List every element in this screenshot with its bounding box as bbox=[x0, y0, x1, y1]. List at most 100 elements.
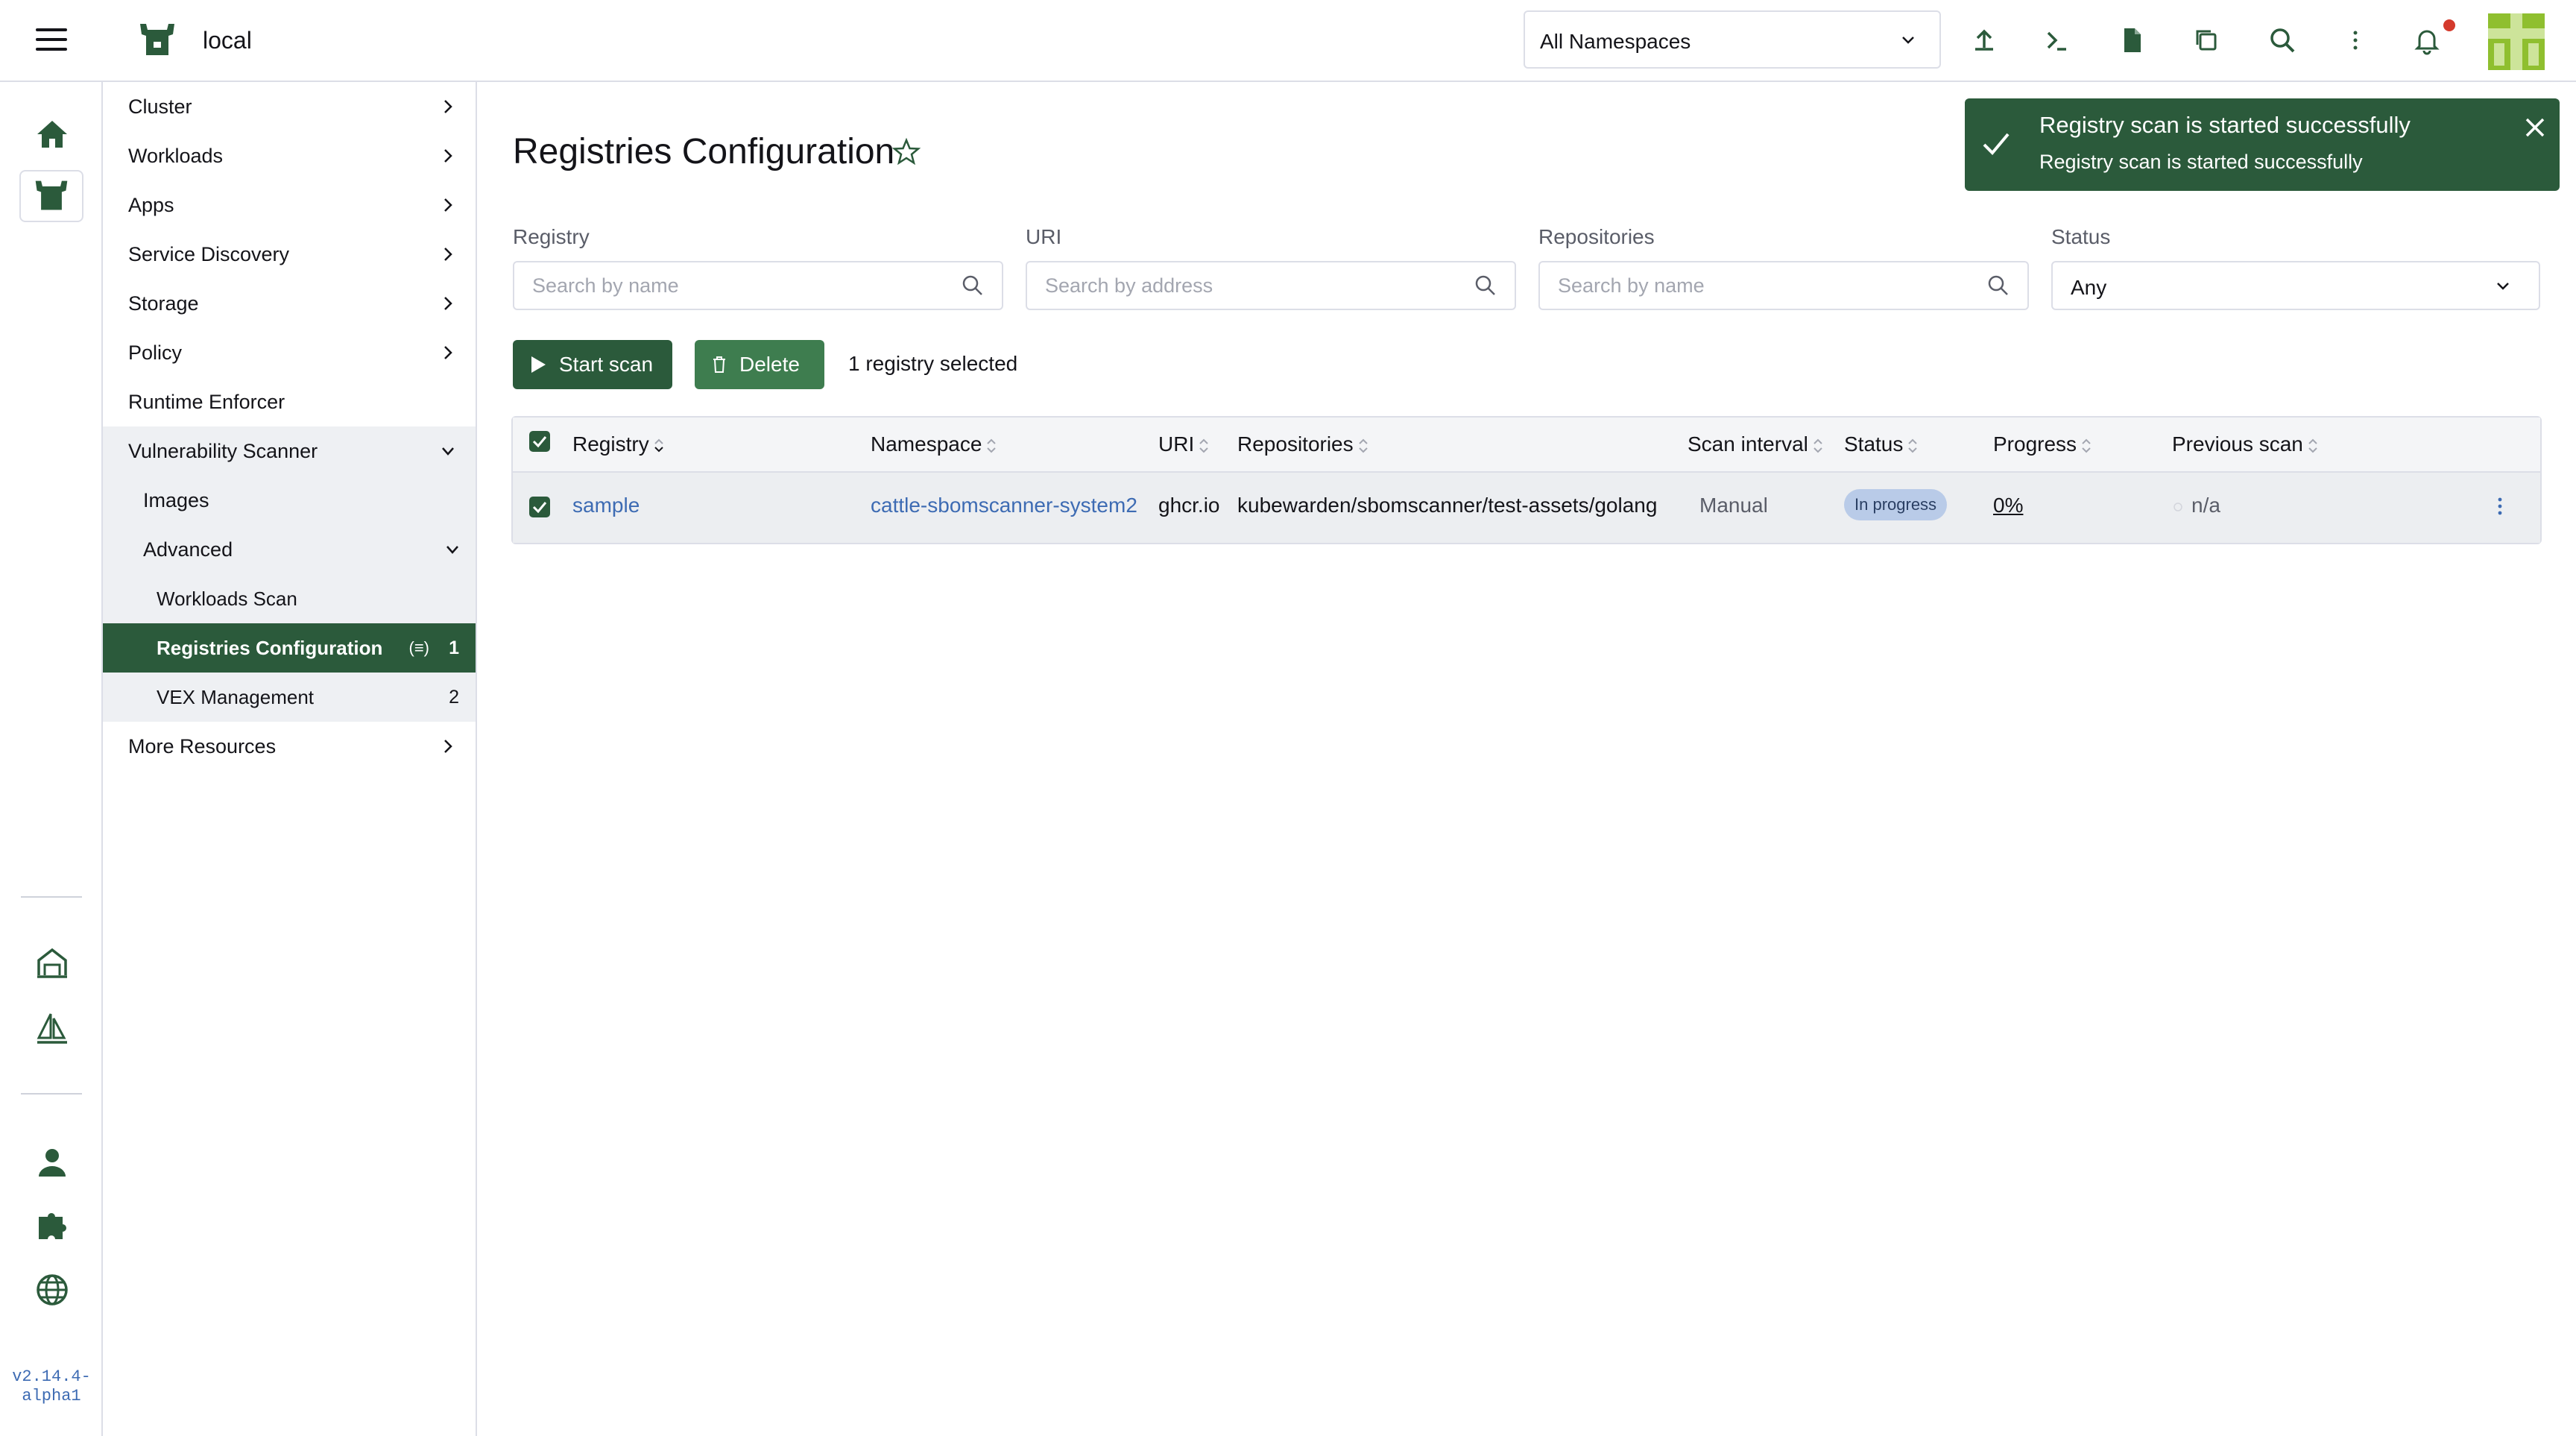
nav-item-label: Service Discovery bbox=[128, 243, 290, 265]
sort-icon bbox=[987, 438, 997, 453]
nav-item-label: Policy bbox=[128, 341, 183, 364]
menu-icon[interactable] bbox=[36, 28, 67, 51]
cluster-logo-icon[interactable] bbox=[137, 22, 177, 58]
repositories-filter-label: Repositories bbox=[1538, 225, 1655, 248]
user-icon[interactable] bbox=[33, 1144, 72, 1183]
scan-interval-cell: Manual bbox=[1699, 494, 1768, 517]
nav-item-more-resources[interactable]: More Resources bbox=[103, 722, 476, 771]
close-icon[interactable] bbox=[2522, 115, 2548, 140]
status-select[interactable]: Any bbox=[2051, 261, 2540, 310]
checkmark-icon bbox=[1983, 133, 2010, 155]
namespace-select[interactable]: All Namespaces bbox=[1524, 10, 1941, 69]
sailboat-icon[interactable] bbox=[33, 1010, 72, 1048]
extensions-puzzle-icon[interactable] bbox=[33, 1206, 72, 1245]
sort-icon bbox=[2082, 438, 2091, 453]
toast-title: Registry scan is started successfully bbox=[2039, 112, 2411, 138]
home-icon[interactable] bbox=[33, 115, 72, 154]
nav-item-workloads[interactable]: Workloads bbox=[103, 131, 476, 180]
sort-icon bbox=[2308, 438, 2317, 453]
nav-item-apps[interactable]: Apps bbox=[103, 180, 476, 230]
page-title: Registries Configuration bbox=[513, 132, 895, 171]
status-circle-icon bbox=[2174, 503, 2182, 511]
cluster-icon bbox=[35, 180, 68, 210]
globe-icon[interactable] bbox=[33, 1270, 72, 1309]
chevron-down-icon bbox=[2497, 283, 2509, 290]
favorite-star-icon[interactable] bbox=[891, 137, 921, 167]
registry-filter-label: Registry bbox=[513, 225, 590, 248]
nav-item-label: Workloads Scan bbox=[157, 588, 297, 610]
row-checkbox[interactable] bbox=[529, 497, 550, 517]
search-icon bbox=[962, 275, 982, 295]
nav-item-registries-configuration[interactable]: Registries Configuration (≡) 1 bbox=[103, 623, 476, 673]
column-header-repositories[interactable]: Repositories bbox=[1237, 432, 1368, 456]
namespaced-icon: (≡) bbox=[408, 638, 430, 657]
repositories-cell: kubewarden/sbomscanner/test-assets/golan… bbox=[1237, 494, 1658, 517]
nav-item-vex-management[interactable]: VEX Management 2 bbox=[103, 673, 476, 722]
nav-item-service-discovery[interactable]: Service Discovery bbox=[103, 230, 476, 279]
cluster-name: local bbox=[203, 27, 252, 54]
nav-item-count: 2 bbox=[449, 687, 459, 708]
nav-item-policy[interactable]: Policy bbox=[103, 328, 476, 377]
table-row[interactable]: sample cattle-sbomscanner-system2 ghcr.i… bbox=[513, 473, 2540, 543]
nav-item-advanced[interactable]: Advanced bbox=[103, 525, 476, 574]
avatar[interactable] bbox=[2488, 13, 2545, 70]
check-icon bbox=[532, 436, 547, 448]
more-options-icon[interactable] bbox=[2339, 24, 2372, 57]
column-header-namespace[interactable]: Namespace bbox=[871, 432, 997, 456]
sort-icon bbox=[1358, 438, 1368, 453]
repositories-search-input[interactable] bbox=[1538, 261, 2029, 310]
nav-item-cluster[interactable]: Cluster bbox=[103, 82, 476, 131]
version-label[interactable]: v2.14.4-alpha1 bbox=[0, 1367, 103, 1406]
column-header-progress[interactable]: Progress bbox=[1993, 432, 2092, 456]
start-scan-button[interactable]: Start scan bbox=[513, 340, 672, 389]
trash-icon bbox=[713, 356, 725, 373]
fleet-icon[interactable] bbox=[33, 944, 72, 983]
column-header-scan-interval[interactable]: Scan interval bbox=[1688, 432, 1823, 456]
namespace-link[interactable]: cattle-sbomscanner-system2 bbox=[871, 494, 1137, 517]
sort-icon bbox=[1199, 438, 1208, 453]
top-header: local All Namespaces bbox=[0, 0, 2576, 82]
nav-item-runtime-enforcer[interactable]: Runtime Enforcer bbox=[103, 377, 476, 426]
row-actions-kebab-icon[interactable] bbox=[2497, 495, 2503, 517]
nav-item-label: More Resources bbox=[128, 735, 277, 758]
delete-button[interactable]: Delete bbox=[695, 340, 824, 389]
nav-item-images[interactable]: Images bbox=[103, 476, 476, 525]
column-header-previous-scan[interactable]: Previous scan bbox=[2172, 432, 2318, 456]
kubectl-shell-icon[interactable] bbox=[2041, 24, 2074, 57]
search-icon[interactable] bbox=[2266, 24, 2299, 57]
registry-search-input[interactable] bbox=[513, 261, 1003, 310]
column-header-uri[interactable]: URI bbox=[1158, 432, 1209, 456]
registry-name-link[interactable]: sample bbox=[572, 494, 640, 517]
download-kubeconfig-icon[interactable] bbox=[2115, 24, 2148, 57]
table-header: Registry Namespace URI Repositories Scan… bbox=[513, 418, 2540, 473]
nav-item-workloads-scan[interactable]: Workloads Scan bbox=[103, 574, 476, 623]
status-select-value: Any bbox=[2071, 276, 2107, 299]
nav-item-storage[interactable]: Storage bbox=[103, 279, 476, 328]
select-all-checkbox[interactable] bbox=[529, 431, 550, 452]
import-yaml-icon[interactable] bbox=[1968, 24, 2001, 57]
previous-scan-cell: n/a bbox=[2191, 494, 2220, 517]
namespace-select-value: All Namespaces bbox=[1540, 30, 1691, 53]
chevron-down-icon bbox=[446, 546, 458, 554]
uri-search-input[interactable] bbox=[1026, 261, 1516, 310]
rail-divider bbox=[21, 1093, 82, 1095]
progress-link[interactable]: 0% bbox=[1993, 494, 2023, 517]
chevron-right-icon bbox=[444, 740, 452, 753]
nav-item-label: Runtime Enforcer bbox=[128, 391, 285, 413]
notifications-bell-icon[interactable] bbox=[2411, 24, 2443, 57]
chevron-right-icon bbox=[444, 100, 452, 113]
nav-item-label: Apps bbox=[128, 194, 174, 216]
nav-item-label: VEX Management bbox=[157, 686, 315, 708]
uri-filter-label: URI bbox=[1026, 225, 1062, 248]
nav-item-vulnerability-scanner[interactable]: Vulnerability Scanner bbox=[103, 426, 476, 476]
copy-kubeconfig-icon[interactable] bbox=[2190, 24, 2223, 57]
column-header-registry[interactable]: Registry bbox=[572, 432, 664, 456]
cluster-explorer-rail-item[interactable] bbox=[19, 170, 83, 222]
nav-item-label: Advanced bbox=[143, 538, 233, 561]
rail-divider bbox=[21, 896, 82, 898]
status-badge: In progress bbox=[1844, 489, 1948, 520]
icon-rail: v2.14.4-alpha1 bbox=[0, 82, 103, 1436]
column-header-status[interactable]: Status bbox=[1844, 432, 1918, 456]
uri-cell: ghcr.io bbox=[1158, 494, 1220, 517]
check-icon bbox=[532, 502, 547, 514]
